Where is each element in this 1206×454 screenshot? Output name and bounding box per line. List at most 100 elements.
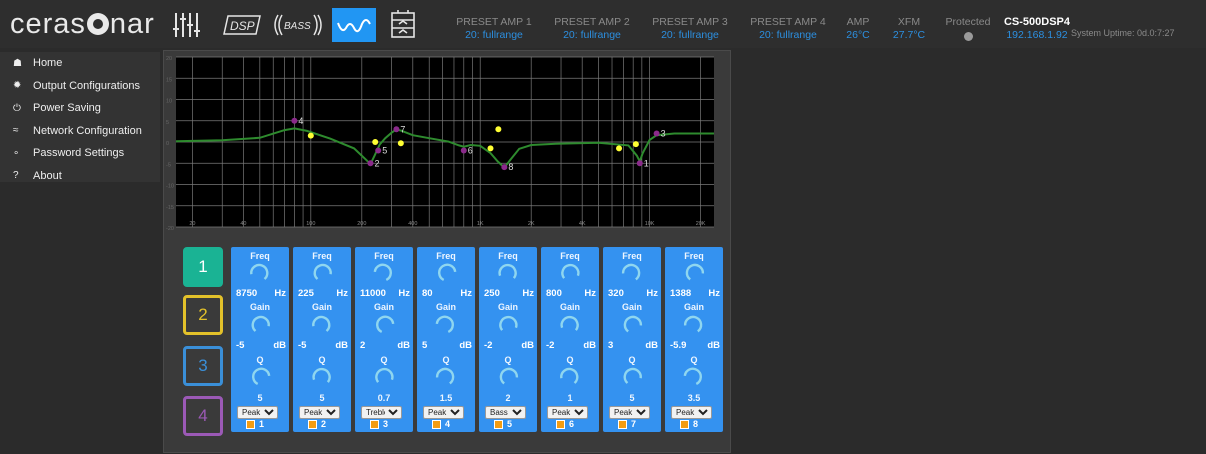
band-handle — [397, 140, 404, 147]
band-enable-checkbox[interactable] — [680, 420, 689, 429]
gain-value[interactable]: 2 — [360, 340, 365, 351]
y-tick-label: -15 — [166, 205, 174, 211]
gain-knob-icon[interactable] — [682, 313, 706, 333]
filter-type-select[interactable]: Peak — [547, 406, 588, 419]
band-point-label: 4 — [298, 116, 303, 126]
q-value[interactable]: 5 — [603, 393, 661, 403]
freq-knob-icon[interactable] — [434, 261, 458, 281]
gain-value[interactable]: 5 — [422, 340, 427, 351]
gain-knob-icon[interactable] — [620, 313, 644, 333]
tab-dsp[interactable]: DSP — [222, 8, 262, 42]
device-name: CS-500DSP4 — [1003, 16, 1071, 28]
sidebar-item-home[interactable]: ☗ Home — [0, 52, 160, 75]
q-value[interactable]: 5 — [231, 393, 289, 403]
q-value[interactable]: 1.5 — [417, 393, 475, 403]
filter-type-select[interactable]: Peak — [299, 406, 340, 419]
band-enable-checkbox[interactable] — [494, 420, 503, 429]
sidebar-item-network-configuration[interactable]: ≈ Network Configuration — [0, 120, 160, 143]
freq-knob-icon[interactable] — [558, 261, 582, 281]
tab-amplifier[interactable] — [386, 8, 420, 42]
band-enable-checkbox[interactable] — [308, 420, 317, 429]
preset-amp-4[interactable]: PRESET AMP 4 20: fullrange — [743, 16, 833, 42]
question-icon: ? — [13, 170, 19, 182]
filter-type-select[interactable]: Peak — [423, 406, 464, 419]
gain-value[interactable]: 3 — [608, 340, 613, 351]
q-value[interactable]: 5 — [293, 393, 351, 403]
q-value[interactable]: 0.7 — [355, 393, 413, 403]
freq-unit: Hz — [460, 288, 472, 299]
freq-knob-icon[interactable] — [372, 261, 396, 281]
sidebar-item-password-settings[interactable]: ∘ Password Settings — [0, 142, 160, 165]
q-knob-icon[interactable] — [682, 365, 706, 385]
preset-amp-3[interactable]: PRESET AMP 3 20: fullrange — [645, 16, 735, 42]
sidebar-item-power-saving[interactable]: ⏻ Power Saving — [0, 97, 160, 120]
band-enable-checkbox[interactable] — [432, 420, 441, 429]
gain-knob-icon[interactable] — [558, 313, 582, 333]
filter-type-select[interactable]: Bass — [485, 406, 526, 419]
channel-4-button[interactable]: 4 — [183, 396, 223, 436]
freq-value[interactable]: 8750 — [236, 288, 257, 299]
gain-knob-icon[interactable] — [248, 313, 272, 333]
sidebar-item-about[interactable]: ? About — [0, 165, 160, 188]
freq-value[interactable]: 1388 — [670, 288, 691, 299]
tab-mixer[interactable] — [170, 8, 204, 42]
gain-value[interactable]: -2 — [546, 340, 554, 351]
freq-value[interactable]: 225 — [298, 288, 314, 299]
q-knob-icon[interactable] — [558, 365, 582, 385]
freq-label: Freq — [436, 251, 456, 261]
gain-knob-icon[interactable] — [496, 313, 520, 333]
freq-unit: Hz — [274, 288, 286, 299]
logo: ceras nar — [10, 8, 155, 40]
channel-2-button[interactable]: 2 — [183, 295, 223, 335]
preset-amp-2[interactable]: PRESET AMP 2 20: fullrange — [547, 16, 637, 42]
protected-status: Protected — [938, 16, 998, 41]
freq-value[interactable]: 250 — [484, 288, 500, 299]
freq-knob-icon[interactable] — [620, 261, 644, 281]
tab-eq[interactable] — [332, 8, 376, 42]
q-knob-icon[interactable] — [434, 365, 458, 385]
filter-type-select[interactable]: Peak — [671, 406, 712, 419]
freq-value[interactable]: 800 — [546, 288, 562, 299]
gain-value[interactable]: -2 — [484, 340, 492, 351]
freq-label: Freq — [560, 251, 580, 261]
q-knob-icon[interactable] — [310, 365, 334, 385]
gain-value[interactable]: -5 — [236, 340, 244, 351]
freq-knob-icon[interactable] — [682, 261, 706, 281]
y-tick-label: 5 — [166, 120, 169, 126]
band-enable-checkbox[interactable] — [556, 420, 565, 429]
band-enable-checkbox[interactable] — [246, 420, 255, 429]
sidebar-item-output-configurations[interactable]: ✹ Output Configurations — [0, 75, 160, 98]
freq-knob-icon[interactable] — [496, 261, 520, 281]
gear-icon: ✹ — [13, 80, 22, 92]
tab-bass[interactable]: BASS — [272, 8, 324, 42]
freq-knob-icon[interactable] — [248, 261, 272, 281]
filter-type-select[interactable]: Treble — [361, 406, 402, 419]
gain-knob-icon[interactable] — [434, 313, 458, 333]
freq-knob-icon[interactable] — [310, 261, 334, 281]
q-value[interactable]: 3.5 — [665, 393, 723, 403]
preset-amp-1[interactable]: PRESET AMP 1 20: fullrange — [449, 16, 539, 42]
freq-value[interactable]: 80 — [422, 288, 433, 299]
band-enable-checkbox[interactable] — [370, 420, 379, 429]
gain-knob-icon[interactable] — [372, 313, 396, 333]
q-knob-icon[interactable] — [372, 365, 396, 385]
eq-response-chart[interactable]: 20151050-5-10-15-2020 40 100 200 400 1K 2K 4K 10… — [164, 55, 732, 237]
band-enable-checkbox[interactable] — [618, 420, 627, 429]
freq-value[interactable]: 11000 — [360, 288, 386, 299]
q-knob-icon[interactable] — [620, 365, 644, 385]
q-knob-icon[interactable] — [248, 365, 272, 385]
gain-value[interactable]: -5 — [298, 340, 306, 351]
filter-type-select[interactable]: Peak — [609, 406, 650, 419]
q-value[interactable]: 2 — [479, 393, 537, 403]
channel-1-button[interactable]: 1 — [183, 247, 223, 287]
gain-value[interactable]: -5.9 — [670, 340, 686, 351]
filter-type-select[interactable]: Peak — [237, 406, 278, 419]
band-point — [375, 147, 382, 154]
channel-3-button[interactable]: 3 — [183, 346, 223, 386]
q-label: Q — [256, 355, 264, 365]
q-knob-icon[interactable] — [496, 365, 520, 385]
freq-value[interactable]: 320 — [608, 288, 624, 299]
gain-knob-icon[interactable] — [310, 313, 334, 333]
q-value[interactable]: 1 — [541, 393, 599, 403]
band-number: 2 — [321, 419, 327, 429]
